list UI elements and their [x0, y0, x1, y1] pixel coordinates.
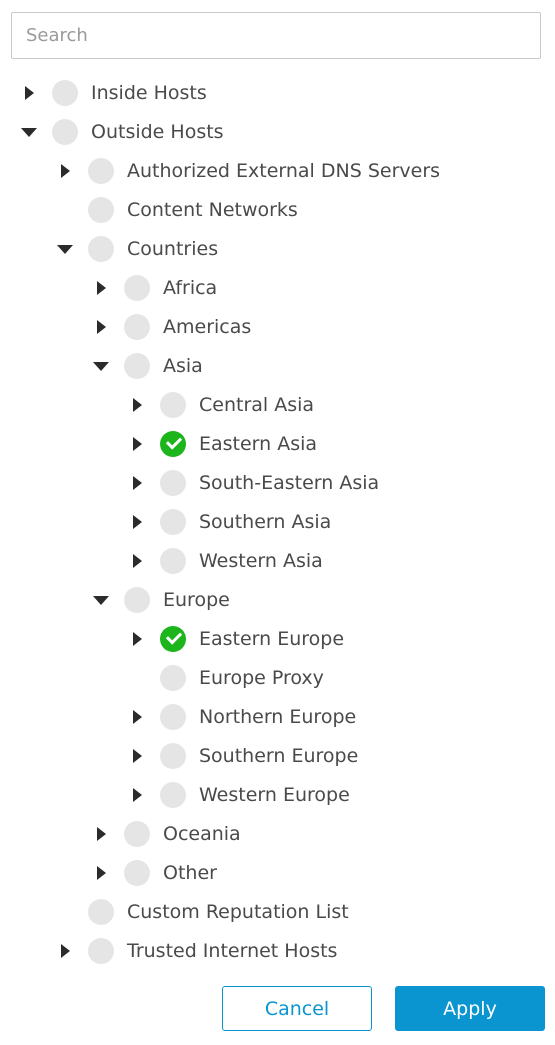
tree-node-eastern-europe[interactable]: Eastern Europe: [0, 620, 555, 659]
tree-node-europe[interactable]: Europe: [0, 581, 555, 620]
tree-node-oceania[interactable]: Oceania: [0, 815, 555, 854]
empty-circle-icon[interactable]: [124, 314, 150, 340]
tree-node-trusted-internet-hosts[interactable]: Trusted Internet Hosts: [0, 932, 555, 971]
tree-node-label: Europe: [163, 589, 230, 611]
tree-node-label: Inside Hosts: [91, 82, 207, 104]
caret-right-icon[interactable]: [55, 161, 75, 181]
search-input[interactable]: [11, 12, 541, 59]
tree-node-northern-europe[interactable]: Northern Europe: [0, 698, 555, 737]
tree-node-label: Countries: [127, 238, 219, 260]
empty-circle-icon[interactable]: [88, 899, 114, 925]
empty-circle-icon[interactable]: [124, 353, 150, 379]
tree-node-asia[interactable]: Asia: [0, 347, 555, 386]
caret-right-icon[interactable]: [127, 512, 147, 532]
tree-node-label: Authorized External DNS Servers: [127, 160, 441, 182]
tree-node-inside-hosts[interactable]: Inside Hosts: [0, 74, 555, 113]
empty-circle-icon[interactable]: [160, 548, 186, 574]
caret-right-icon[interactable]: [127, 434, 147, 454]
tree-node-label: Southern Europe: [199, 745, 359, 767]
tree-node-western-europe[interactable]: Western Europe: [0, 776, 555, 815]
tree-node-other[interactable]: Other: [0, 854, 555, 893]
host-group-tree: Inside Hosts Outside Hosts Authorized Exte…: [0, 74, 555, 971]
tree-node-label: Western Europe: [199, 784, 350, 806]
tree-node-label: Asia: [163, 355, 203, 377]
empty-circle-icon[interactable]: [124, 860, 150, 886]
tree-node-central-asia[interactable]: Central Asia: [0, 386, 555, 425]
tree-node-countries[interactable]: Countries: [0, 230, 555, 269]
caret-right-icon[interactable]: [127, 395, 147, 415]
tree-node-label: Outside Hosts: [91, 121, 224, 143]
caret-right-icon[interactable]: [127, 785, 147, 805]
caret-right-icon[interactable]: [127, 746, 147, 766]
check-circle-icon[interactable]: [160, 626, 186, 652]
tree-node-western-asia[interactable]: Western Asia: [0, 542, 555, 581]
tree-node-label: Oceania: [163, 823, 241, 845]
tree-node-outside-hosts[interactable]: Outside Hosts: [0, 113, 555, 152]
tree-node-label: Custom Reputation List: [127, 901, 349, 923]
empty-circle-icon[interactable]: [88, 158, 114, 184]
tree-node-label: Northern Europe: [199, 706, 357, 728]
empty-circle-icon[interactable]: [124, 275, 150, 301]
tree-node-south-eastern-asia[interactable]: South-Eastern Asia: [0, 464, 555, 503]
caret-right-icon[interactable]: [19, 83, 39, 103]
empty-circle-icon[interactable]: [88, 236, 114, 262]
empty-circle-icon[interactable]: [160, 704, 186, 730]
tree-node-label: Content Networks: [127, 199, 298, 221]
tree-node-label: Eastern Europe: [199, 628, 345, 650]
tree-node-europe-proxy[interactable]: Europe Proxy: [0, 659, 555, 698]
tree-node-authorized-external-dns-servers[interactable]: Authorized External DNS Servers: [0, 152, 555, 191]
caret-right-icon[interactable]: [127, 707, 147, 727]
empty-circle-icon[interactable]: [160, 392, 186, 418]
caret-right-icon[interactable]: [127, 551, 147, 571]
tree-node-americas[interactable]: Americas: [0, 308, 555, 347]
empty-circle-icon[interactable]: [160, 665, 186, 691]
empty-circle-icon[interactable]: [160, 743, 186, 769]
cancel-button[interactable]: Cancel: [222, 986, 372, 1031]
caret-down-icon[interactable]: [91, 356, 111, 376]
tree-node-label: South-Eastern Asia: [199, 472, 380, 494]
tree-node-label: Central Asia: [199, 394, 315, 416]
tree-node-label: Americas: [163, 316, 252, 338]
empty-circle-icon[interactable]: [160, 509, 186, 535]
empty-circle-icon[interactable]: [160, 782, 186, 808]
tree-node-custom-reputation-list[interactable]: Custom Reputation List: [0, 893, 555, 932]
caret-right-icon[interactable]: [127, 473, 147, 493]
caret-right-icon[interactable]: [91, 824, 111, 844]
empty-circle-icon[interactable]: [52, 80, 78, 106]
tree-node-content-networks[interactable]: Content Networks: [0, 191, 555, 230]
tree-node-southern-asia[interactable]: Southern Asia: [0, 503, 555, 542]
caret-right-icon[interactable]: [55, 941, 75, 961]
tree-node-label: Africa: [163, 277, 218, 299]
empty-circle-icon[interactable]: [88, 938, 114, 964]
check-circle-icon[interactable]: [160, 431, 186, 457]
tree-node-southern-europe[interactable]: Southern Europe: [0, 737, 555, 776]
tree-node-label: Southern Asia: [199, 511, 332, 533]
empty-circle-icon[interactable]: [88, 197, 114, 223]
caret-right-icon[interactable]: [91, 278, 111, 298]
caret-down-icon[interactable]: [91, 590, 111, 610]
tree-node-label: Western Asia: [199, 550, 323, 572]
apply-button[interactable]: Apply: [395, 986, 545, 1031]
tree-node-label: Europe Proxy: [199, 667, 324, 689]
tree-node-label: Eastern Asia: [199, 433, 318, 455]
empty-circle-icon[interactable]: [160, 470, 186, 496]
tree-node-eastern-asia[interactable]: Eastern Asia: [0, 425, 555, 464]
caret-right-icon[interactable]: [91, 863, 111, 883]
caret-down-icon[interactable]: [19, 122, 39, 142]
tree-node-africa[interactable]: Africa: [0, 269, 555, 308]
empty-circle-icon[interactable]: [124, 821, 150, 847]
caret-down-icon[interactable]: [55, 239, 75, 259]
tree-node-label: Other: [163, 862, 217, 884]
caret-right-icon[interactable]: [91, 317, 111, 337]
tree-node-label: Trusted Internet Hosts: [127, 940, 338, 962]
empty-circle-icon[interactable]: [124, 587, 150, 613]
empty-circle-icon[interactable]: [52, 119, 78, 145]
caret-right-icon[interactable]: [127, 629, 147, 649]
